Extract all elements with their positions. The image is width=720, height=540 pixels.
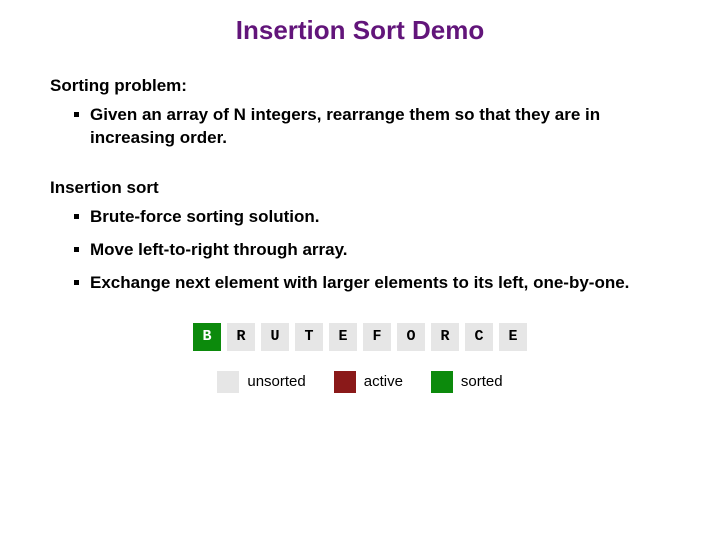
array-cell-8: C xyxy=(465,323,493,351)
swatch-sorted-icon xyxy=(431,371,453,393)
section-heading-sorting-problem: Sorting problem: xyxy=(50,76,670,96)
array-cell-9: E xyxy=(499,323,527,351)
list-item: Exchange next element with larger elemen… xyxy=(74,272,670,295)
slide: Insertion Sort Demo Sorting problem: Giv… xyxy=(0,0,720,393)
array-cell-7: R xyxy=(431,323,459,351)
swatch-active-icon xyxy=(334,371,356,393)
array-cell-5: F xyxy=(363,323,391,351)
array-visual: B R U T E F O R C E xyxy=(50,323,670,351)
list-item: Move left-to-right through array. xyxy=(74,239,670,262)
legend-item-unsorted: unsorted xyxy=(217,371,305,393)
array-cell-1: R xyxy=(227,323,255,351)
section-heading-insertion-sort: Insertion sort xyxy=(50,178,670,198)
legend-item-sorted: sorted xyxy=(431,371,503,393)
legend-item-active: active xyxy=(334,371,403,393)
array-cell-3: T xyxy=(295,323,323,351)
array-cell-2: U xyxy=(261,323,289,351)
swatch-unsorted-icon xyxy=(217,371,239,393)
array-cell-0: B xyxy=(193,323,221,351)
bullet-list-insertion-sort: Brute-force sorting solution. Move left-… xyxy=(50,206,670,295)
array-cell-6: O xyxy=(397,323,425,351)
legend-label-active: active xyxy=(364,373,403,390)
list-item: Brute-force sorting solution. xyxy=(74,206,670,229)
legend: unsorted active sorted xyxy=(50,371,670,393)
list-item: Given an array of N integers, rearrange … xyxy=(74,104,670,150)
legend-label-unsorted: unsorted xyxy=(247,373,305,390)
page-title: Insertion Sort Demo xyxy=(50,15,670,46)
array-cell-4: E xyxy=(329,323,357,351)
legend-label-sorted: sorted xyxy=(461,373,503,390)
bullet-list-sorting-problem: Given an array of N integers, rearrange … xyxy=(50,104,670,150)
